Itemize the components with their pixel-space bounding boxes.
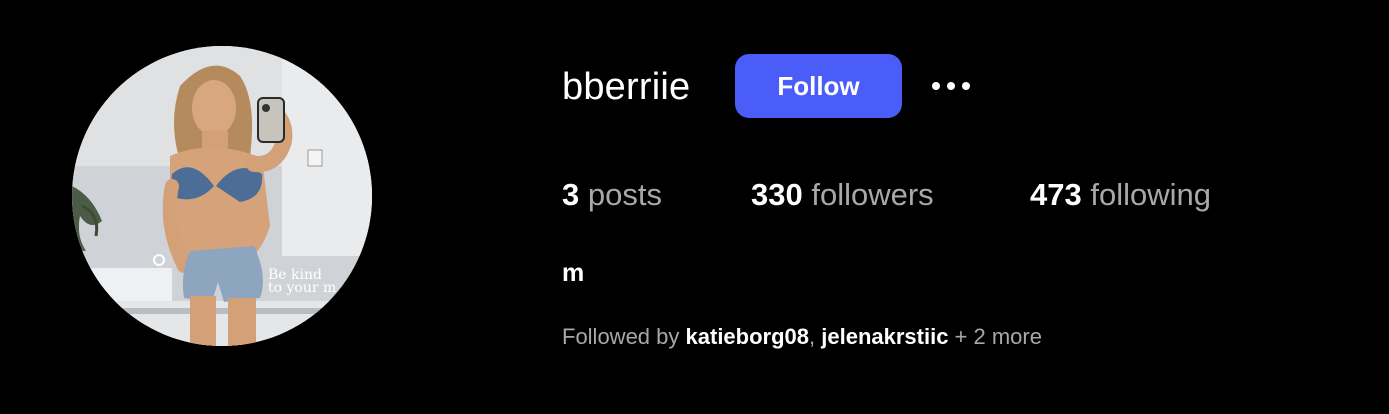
following-count: 473 bbox=[1030, 177, 1082, 212]
following-stat[interactable]: 473 following bbox=[1030, 172, 1211, 218]
posts-stat[interactable]: 3 posts bbox=[562, 172, 662, 218]
profile-bio: m bbox=[562, 259, 585, 287]
follow-button[interactable]: Follow bbox=[735, 54, 902, 118]
profile-username: bberriie bbox=[562, 66, 691, 108]
more-options-button[interactable] bbox=[926, 70, 976, 102]
ellipsis-icon bbox=[932, 82, 970, 90]
profile-header: Be kind to your m bberriie Follow 3 post… bbox=[0, 0, 1389, 414]
followers-label: followers bbox=[811, 177, 934, 212]
followed-by-prefix: Followed by bbox=[562, 324, 686, 349]
following-label: following bbox=[1090, 177, 1211, 212]
followers-count: 330 bbox=[751, 177, 803, 212]
followed-by-more-link[interactable]: + 2 more bbox=[948, 324, 1042, 349]
followed-by-separator: , bbox=[809, 324, 822, 349]
avatar[interactable]: Be kind to your m bbox=[72, 46, 372, 346]
follower-link[interactable]: jelenakrstiic bbox=[821, 324, 948, 349]
follower-link[interactable]: katieborg08 bbox=[686, 324, 810, 349]
followers-stat[interactable]: 330 followers bbox=[751, 172, 934, 218]
posts-label: posts bbox=[587, 177, 662, 212]
posts-count: 3 bbox=[562, 177, 580, 212]
avatar-caption-line2: to your m bbox=[268, 280, 336, 296]
avatar-photo: Be kind to your m bbox=[72, 46, 372, 346]
followed-by-line: Followed by katieborg08, jelenakrstiic +… bbox=[562, 322, 1042, 352]
